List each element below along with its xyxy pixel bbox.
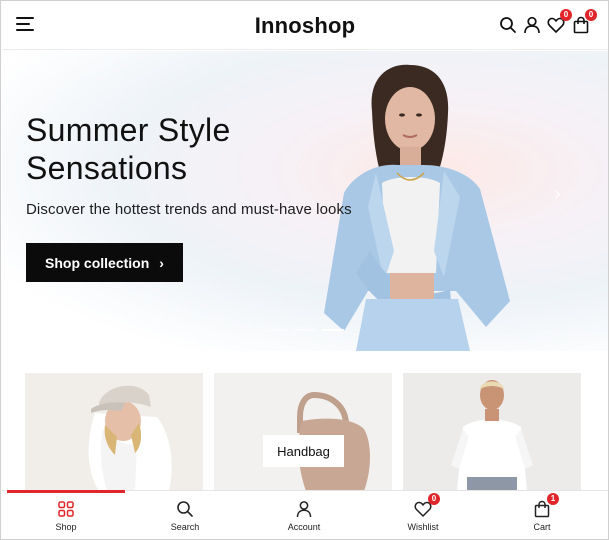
handbag-image xyxy=(297,392,370,491)
hero-title: Summer Style Sensations xyxy=(26,111,231,187)
user-icon[interactable] xyxy=(523,16,541,34)
slide-dot-1[interactable] xyxy=(266,329,288,331)
cart-bag-icon[interactable]: 0 xyxy=(572,9,597,34)
category-label-handbag: Handbag xyxy=(263,435,344,467)
cap-model-image xyxy=(88,385,172,491)
nav-item-shop[interactable]: Shop xyxy=(7,491,125,539)
slide-pagination xyxy=(266,329,344,331)
wishlist-count-badge: 0 xyxy=(560,9,572,21)
nav-label-shop: Shop xyxy=(55,522,77,532)
nav-label-search: Search xyxy=(170,522,200,532)
wishlist-nav-badge: 0 xyxy=(428,493,440,505)
user-icon xyxy=(295,500,313,518)
chevron-right-icon: › xyxy=(159,254,164,271)
hero-title-line-2: Sensations xyxy=(26,150,188,186)
site-logo[interactable]: Innoshop xyxy=(2,13,608,39)
menu-icon[interactable] xyxy=(16,17,34,31)
nav-label-account: Account xyxy=(287,522,321,532)
category-card-shirt[interactable] xyxy=(403,373,581,491)
nav-item-account[interactable]: Account xyxy=(245,491,363,539)
shop-collection-button[interactable]: Shop collection › xyxy=(26,243,183,282)
hero-banner[interactable]: Summer Style Sensations Discover the hot… xyxy=(2,51,608,351)
top-header: Innoshop 0 0 xyxy=(2,2,608,50)
slide-dot-3[interactable] xyxy=(322,329,344,331)
category-card-handbag[interactable]: Handbag xyxy=(214,373,392,491)
search-icon[interactable] xyxy=(499,16,517,34)
search-icon xyxy=(176,500,194,518)
next-slide-arrow-icon[interactable]: › xyxy=(554,183,561,206)
nav-item-wishlist[interactable]: 0 Wishlist xyxy=(364,491,482,539)
hero-subtitle: Discover the hottest trends and must-hav… xyxy=(26,201,352,218)
bottom-navigation: Shop Search Account 0 Wishlist 1 Cart xyxy=(2,490,608,539)
nav-label-wishlist: Wishlist xyxy=(407,522,439,532)
category-card-cap[interactable] xyxy=(25,373,203,491)
slide-dot-2[interactable] xyxy=(294,329,316,331)
shirt-model-image xyxy=(451,380,533,491)
app-frame: Innoshop 0 0 Summer Style Sensations Dis… xyxy=(0,0,609,540)
wishlist-heart-icon[interactable]: 0 xyxy=(547,9,572,34)
cart-count-badge: 0 xyxy=(585,9,597,21)
hero-title-line-1: Summer Style xyxy=(26,112,231,148)
bag-icon: 1 xyxy=(533,493,559,518)
category-grid: Handbag xyxy=(25,373,585,491)
nav-label-cart: Cart xyxy=(533,522,551,532)
nav-item-cart[interactable]: 1 Cart xyxy=(483,491,601,539)
heart-icon: 0 xyxy=(414,493,440,518)
cart-nav-badge: 1 xyxy=(547,493,559,505)
nav-item-search[interactable]: Search xyxy=(126,491,244,539)
shop-collection-label: Shop collection xyxy=(45,254,150,271)
grid-icon xyxy=(57,500,75,518)
